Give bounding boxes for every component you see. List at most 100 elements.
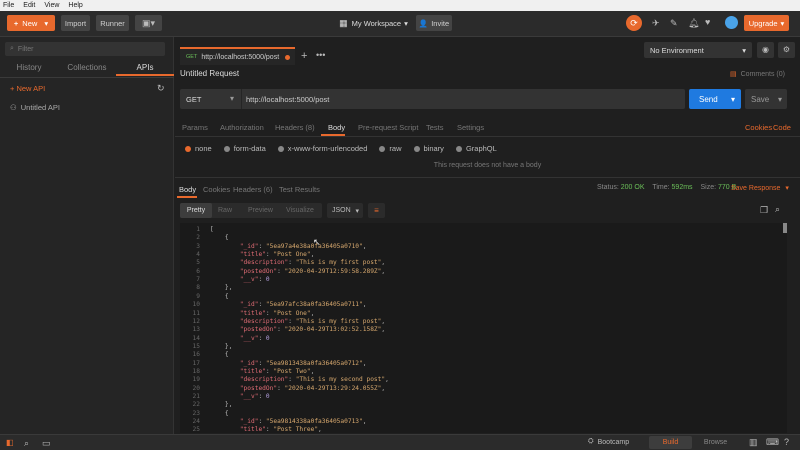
menu-edit[interactable]: Edit bbox=[23, 2, 35, 9]
code-line: "title": "Post Three", bbox=[239, 426, 322, 434]
view-visualize[interactable]: Visualize bbox=[286, 203, 314, 218]
eye-icon[interactable]: ◉ bbox=[757, 42, 774, 58]
window-plus-icon: ▣▾ bbox=[141, 17, 156, 28]
request-tab-method: GET bbox=[186, 54, 198, 60]
request-tab-label: http://localhost:5000/post bbox=[201, 53, 280, 61]
code-line: { bbox=[210, 292, 229, 300]
runner-button[interactable]: Runner bbox=[96, 15, 129, 31]
keyboard-icon[interactable]: ⌨ bbox=[766, 437, 779, 448]
new-button[interactable]: + New ▾ bbox=[7, 15, 55, 31]
request-tab[interactable]: GET http://localhost:5000/post bbox=[180, 47, 295, 65]
more-tabs-icon[interactable]: ••• bbox=[316, 50, 325, 60]
send-button[interactable]: Send ▾ bbox=[689, 89, 741, 109]
menu-view[interactable]: View bbox=[44, 2, 59, 9]
interceptor-icon[interactable]: ✎ bbox=[670, 18, 678, 29]
time-value: 592ms bbox=[671, 184, 693, 191]
line-number: 11 bbox=[192, 309, 200, 317]
two-pane-icon[interactable]: ▥ bbox=[749, 437, 758, 448]
menu-file[interactable]: File bbox=[3, 2, 14, 9]
tab-body[interactable]: Body bbox=[328, 123, 345, 132]
code-line: "postedOn": "2020-04-29T13:29:24.055Z", bbox=[239, 384, 386, 392]
workspace-switcher[interactable]: ▦ My Workspace ▾ bbox=[336, 15, 411, 31]
refresh-icon[interactable]: ↻ bbox=[157, 83, 165, 94]
save-button[interactable]: Save ▾ bbox=[745, 89, 787, 109]
menu-help[interactable]: Help bbox=[68, 2, 82, 9]
add-tab-icon[interactable]: + bbox=[301, 50, 307, 62]
chevron-down-icon: ▾ bbox=[355, 207, 359, 215]
line-number: 5 bbox=[196, 259, 200, 267]
help-icon[interactable]: ? bbox=[784, 437, 789, 447]
tab-headers[interactable]: Headers (8) bbox=[275, 123, 315, 132]
browse-toggle[interactable]: Browse bbox=[694, 436, 737, 449]
avatar[interactable] bbox=[725, 16, 738, 29]
response-tab-test-results[interactable]: Test Results bbox=[279, 185, 320, 194]
format-select[interactable]: JSON ▾ bbox=[327, 203, 363, 218]
code-line: "__v": 0 bbox=[239, 334, 270, 342]
import-button[interactable]: Import bbox=[61, 15, 90, 31]
view-raw[interactable]: Raw bbox=[218, 203, 232, 218]
radio-label: none bbox=[195, 144, 212, 153]
tab-pre-request-script[interactable]: Pre-request Script bbox=[358, 123, 418, 132]
search-icon[interactable]: ⌕ bbox=[24, 438, 29, 449]
code-link[interactable]: Code bbox=[773, 123, 791, 132]
save-response-button[interactable]: Save Response ▾ bbox=[731, 184, 789, 192]
sidebar-item-untitled-api[interactable]: ⚇ Untitled API bbox=[10, 103, 60, 112]
bootcamp-label: Bootcamp bbox=[597, 438, 630, 446]
environment-select[interactable]: No Environment ▾ bbox=[644, 42, 752, 58]
satellite-icon[interactable]: ✈ bbox=[652, 18, 660, 29]
request-name[interactable]: Untitled Request bbox=[180, 69, 239, 78]
console-icon[interactable]: ▭ bbox=[42, 438, 51, 449]
url-input[interactable]: http://localhost:5000/post bbox=[246, 95, 329, 104]
sync-icon[interactable]: ⟳ bbox=[626, 15, 642, 31]
tab-settings[interactable]: Settings bbox=[457, 123, 484, 132]
comments-button[interactable]: ▤ Comments (0) bbox=[730, 70, 785, 79]
sidebar-item-label: Untitled API bbox=[20, 103, 60, 112]
response-tab-cookies[interactable]: Cookies bbox=[203, 185, 230, 194]
method-select[interactable]: GET bbox=[186, 95, 201, 104]
radio-raw[interactable]: raw bbox=[379, 144, 402, 153]
sidebar: ⌕ Filter History Collections APIs + New … bbox=[0, 37, 174, 434]
response-tab-body[interactable]: Body bbox=[179, 185, 196, 194]
sidebar-toggle-icon[interactable]: ◧ bbox=[6, 438, 14, 447]
view-preview[interactable]: Preview bbox=[248, 203, 273, 218]
status-bar: ◧ ⌕ ▭ ⛭ Bootcamp Build Browse ▥ ⌨ ? bbox=[0, 434, 800, 450]
tab-collections[interactable]: Collections bbox=[58, 62, 116, 76]
view-mode-group: Pretty Raw Preview Visualize bbox=[180, 203, 322, 218]
sidebar-search[interactable]: ⌕ Filter bbox=[5, 42, 165, 56]
radio-none[interactable]: none bbox=[185, 144, 212, 153]
radio-form-data[interactable]: form-data bbox=[223, 144, 266, 153]
response-body-editor[interactable]: 1 [2 {3 "_id": "5ea97a4e38a0fa36405a0710"… bbox=[180, 223, 787, 433]
gear-icon[interactable]: ⚙ bbox=[778, 42, 795, 58]
send-label: Send bbox=[699, 94, 718, 104]
upgrade-button[interactable]: Upgrade ▾ bbox=[744, 15, 789, 31]
build-toggle[interactable]: Build bbox=[649, 436, 692, 449]
tab-authorization[interactable]: Authorization bbox=[220, 123, 264, 132]
open-new-button[interactable]: ▣▾ bbox=[135, 15, 162, 31]
empty-body-message: This request does not have a body bbox=[433, 162, 542, 169]
line-number: 25 bbox=[192, 426, 200, 434]
wrap-lines-icon[interactable]: ≡ bbox=[368, 203, 385, 218]
search-icon[interactable]: ⌕ bbox=[775, 204, 780, 215]
tab-tests[interactable]: Tests bbox=[426, 123, 444, 132]
tab-apis[interactable]: APIs bbox=[116, 62, 174, 76]
tab-history[interactable]: History bbox=[0, 62, 58, 76]
tab-params[interactable]: Params bbox=[182, 123, 208, 132]
scrollbar-thumb[interactable] bbox=[783, 223, 787, 233]
bootcamp-button[interactable]: ⛭ Bootcamp bbox=[588, 438, 629, 446]
invite-button[interactable]: 👤 Invite bbox=[416, 15, 452, 31]
line-number: 12 bbox=[192, 317, 200, 325]
new-api-button[interactable]: + New API bbox=[10, 84, 45, 93]
new-button-label: New bbox=[22, 18, 38, 28]
response-tab-headers[interactable]: Headers (6) bbox=[233, 185, 273, 194]
code-line: "__v": 0 bbox=[239, 393, 270, 400]
cookies-link[interactable]: Cookies bbox=[745, 123, 772, 132]
view-pretty[interactable]: Pretty bbox=[180, 203, 212, 218]
heart-icon[interactable]: ♥ bbox=[705, 17, 710, 27]
comments-label: Comments (0) bbox=[740, 70, 785, 78]
radio-x-www-form-urlencoded[interactable]: x-www-form-urlencoded bbox=[277, 144, 367, 153]
bell-icon[interactable]: 🔔︎ bbox=[688, 18, 699, 29]
radio-binary[interactable]: binary bbox=[413, 144, 444, 153]
radio-graphql[interactable]: GraphQL bbox=[455, 144, 497, 153]
copy-icon[interactable]: ❐ bbox=[760, 205, 768, 216]
code-line: "description": "This is my second post", bbox=[239, 376, 389, 384]
